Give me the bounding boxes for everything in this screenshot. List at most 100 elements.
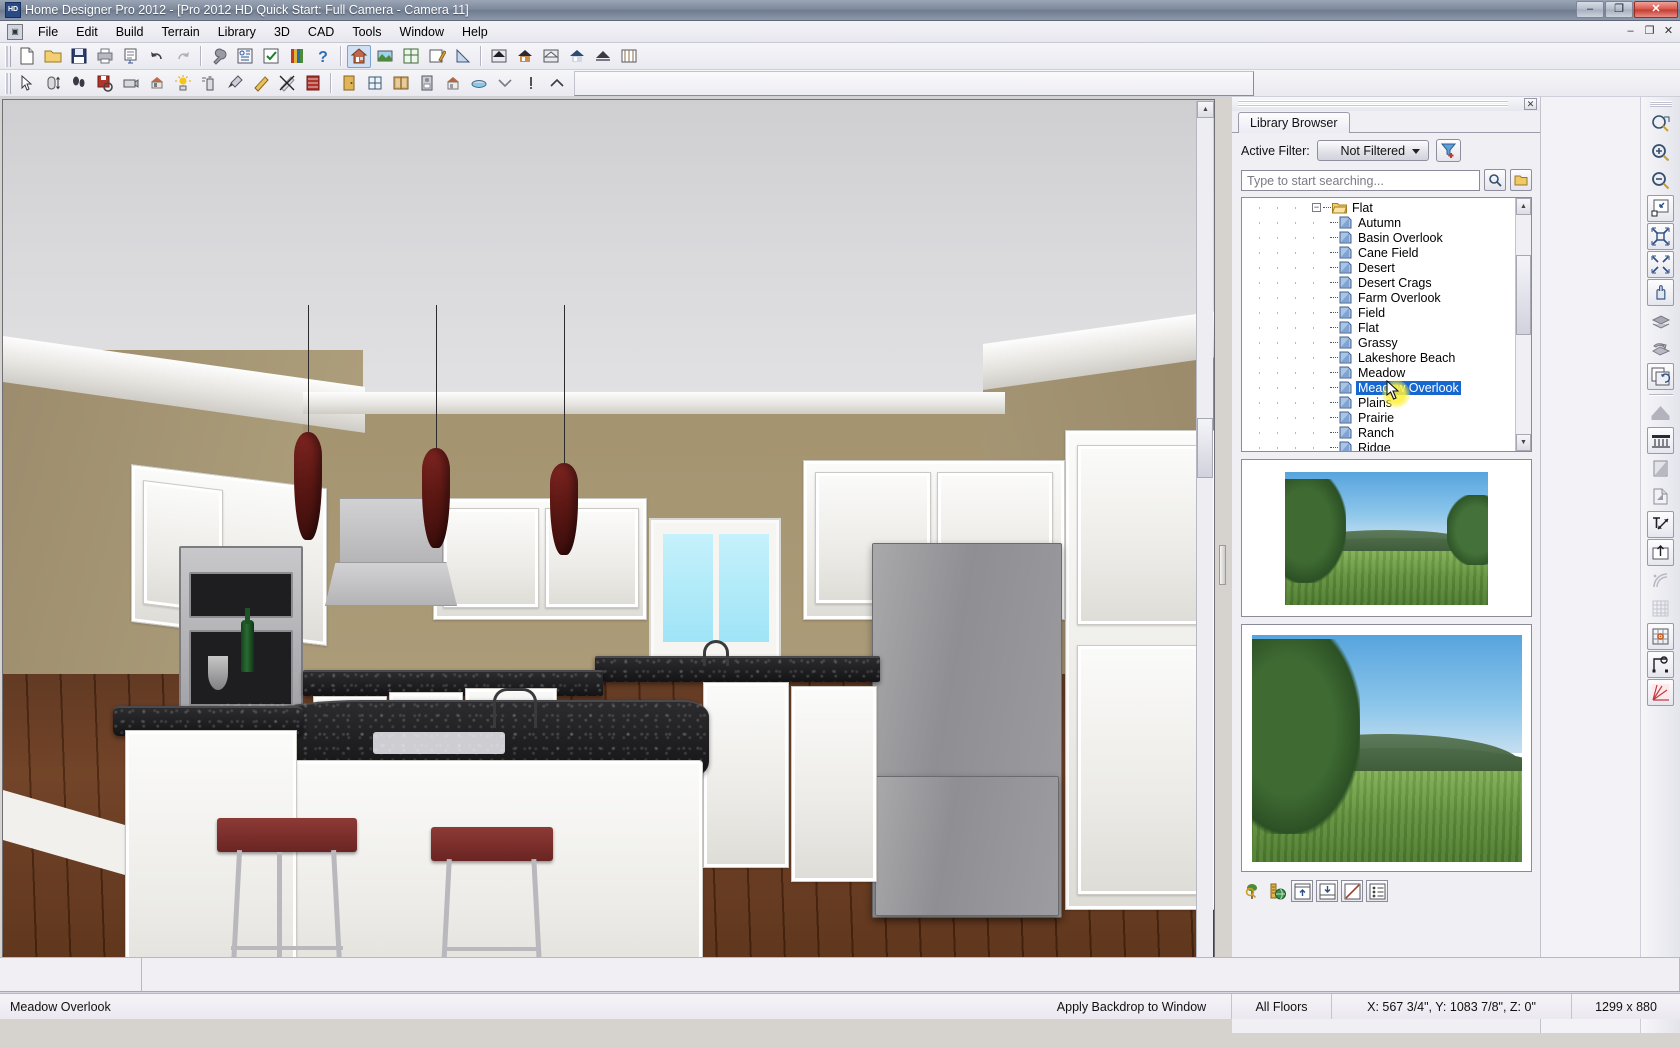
library-panel-titlebar[interactable]: ✕	[1232, 97, 1540, 111]
menu-window[interactable]: Window	[391, 23, 453, 41]
arc-button[interactable]	[1647, 567, 1674, 594]
sun-angle-button[interactable]	[171, 72, 195, 95]
menu-tools[interactable]: Tools	[343, 23, 390, 41]
mouse-orbit-button[interactable]	[41, 72, 65, 95]
framing-button[interactable]	[617, 45, 641, 68]
pan-window-button[interactable]	[1647, 279, 1674, 306]
redo-button[interactable]	[171, 45, 195, 68]
tree-item-cane-field[interactable]: Cane Field	[1242, 245, 1515, 260]
material-painter-button[interactable]	[249, 72, 273, 95]
pantry-cabinet-door-lower[interactable]	[1077, 645, 1205, 895]
room-house-button[interactable]	[441, 72, 465, 95]
eyedropper-button[interactable]	[223, 72, 247, 95]
plan-defaults-button[interactable]	[233, 45, 257, 68]
library-tree[interactable]: − Flat Autumn	[1241, 197, 1532, 452]
close-button[interactable]: ✕	[1634, 1, 1678, 18]
document-icon[interactable]: ▣	[7, 24, 23, 40]
tree-item-flat[interactable]: Flat	[1242, 320, 1515, 335]
mdi-close-button[interactable]: ✕	[1660, 23, 1677, 39]
camera-button[interactable]	[119, 72, 143, 95]
pendant-light-3[interactable]	[550, 463, 578, 555]
tree-item-desert-crags[interactable]: Desert Crags	[1242, 275, 1515, 290]
base-cabinet-back-b[interactable]	[791, 686, 877, 882]
library-panel-grip[interactable]	[1238, 100, 1508, 107]
pendant-light-2[interactable]	[422, 448, 450, 548]
minimize-button[interactable]: –	[1576, 1, 1604, 18]
fill-window-button[interactable]	[1647, 195, 1674, 222]
tree-item-field[interactable]: Field	[1242, 305, 1515, 320]
menu-terrain[interactable]: Terrain	[153, 23, 209, 41]
panel-up-icon[interactable]	[1291, 880, 1313, 902]
magnifier-icon[interactable]	[1484, 169, 1506, 191]
tree-item-farm-overlook[interactable]: Farm Overlook	[1242, 290, 1515, 305]
close-icon[interactable]: ✕	[1524, 98, 1537, 110]
base-cabinet-back-a[interactable]	[703, 682, 789, 868]
fill-window-building-button[interactable]	[1647, 223, 1674, 250]
select-object-button[interactable]	[15, 72, 39, 95]
help-button[interactable]: ?	[311, 45, 335, 68]
library-tree-scrollbar[interactable]: ▲ ▼	[1515, 198, 1531, 451]
grid-button[interactable]	[1647, 595, 1674, 622]
countertop-back-run[interactable]	[595, 656, 880, 682]
tree-scroll-thumb[interactable]	[1516, 255, 1531, 335]
tree-item-autumn[interactable]: Autumn	[1242, 215, 1515, 230]
tree-scroll-up-arrow[interactable]: ▲	[1516, 198, 1531, 215]
refrigerator-freezer-drawer[interactable]	[875, 776, 1059, 916]
menu-library[interactable]: Library	[209, 23, 265, 41]
3d-camera-view[interactable]: ▲ ▼ ◀ ▶	[2, 99, 1215, 1005]
funnel-add-icon[interactable]	[1436, 139, 1461, 162]
mdi-restore-button[interactable]: ❐	[1641, 23, 1658, 39]
island-faucet[interactable]	[493, 688, 537, 728]
window-button[interactable]	[363, 72, 387, 95]
roof-type-5-button[interactable]	[591, 45, 615, 68]
floor-layers-button[interactable]	[1647, 307, 1674, 334]
zoom-in-button[interactable]	[1647, 139, 1674, 166]
menu-help[interactable]: Help	[453, 23, 497, 41]
print-preview-button[interactable]	[119, 45, 143, 68]
vertical-scroll-thumb[interactable]	[1197, 418, 1213, 478]
chevron-down-button[interactable]	[493, 72, 517, 95]
viewport-vertical-scrollbar[interactable]: ▲ ▼	[1196, 101, 1213, 1005]
house-view-button[interactable]	[347, 45, 371, 68]
no-material-button[interactable]	[275, 72, 299, 95]
tree-item-meadow[interactable]: Meadow	[1242, 365, 1515, 380]
library-preview-large[interactable]	[1241, 624, 1532, 872]
library-browser-button[interactable]	[285, 45, 309, 68]
pendant-light-1[interactable]	[294, 432, 322, 540]
elevation-view-button[interactable]	[425, 45, 449, 68]
refresh-display-button[interactable]	[1647, 363, 1674, 390]
tree-item-meadow-overlook[interactable]: Meadow Overlook	[1242, 380, 1515, 395]
insert-up-button[interactable]	[1647, 539, 1674, 566]
range-hood-canopy[interactable]	[325, 562, 457, 606]
library-preview-small[interactable]	[1241, 459, 1532, 617]
rays-button[interactable]	[1647, 679, 1674, 706]
pantry-cabinet-door-upper[interactable]	[1077, 445, 1205, 625]
new-plan-button[interactable]	[15, 45, 39, 68]
rail-button[interactable]	[1647, 427, 1674, 454]
toolbar-grip[interactable]	[5, 73, 11, 94]
tree-scroll-down-arrow[interactable]: ▼	[1516, 434, 1531, 451]
zoom-window-button[interactable]	[1647, 111, 1674, 138]
folder-icon[interactable]	[1510, 169, 1532, 191]
search-input[interactable]: Type to start searching...	[1241, 170, 1480, 191]
snap-grid-button[interactable]	[1647, 623, 1674, 650]
tree-item-desert[interactable]: Desert	[1242, 260, 1515, 275]
undo-button[interactable]	[145, 45, 169, 68]
material-swatch-button[interactable]	[301, 72, 325, 95]
page-corner-button[interactable]	[1647, 483, 1674, 510]
menu-edit[interactable]: Edit	[67, 23, 107, 41]
save-camera-button[interactable]	[93, 72, 117, 95]
dimension-arrow-button[interactable]	[1647, 511, 1674, 538]
active-filter-select[interactable]: Not Filtered	[1317, 140, 1429, 161]
upper-cabinet-left-door-a[interactable]	[443, 508, 539, 608]
caret-up-button[interactable]	[545, 72, 569, 95]
house-camera-button[interactable]	[145, 72, 169, 95]
menu-file[interactable]: File	[29, 23, 67, 41]
preferences-button[interactable]	[207, 45, 231, 68]
gable-wall-button[interactable]	[1647, 399, 1674, 426]
mdi-minimize-button[interactable]: –	[1622, 23, 1639, 39]
panel-list-icon[interactable]	[1366, 880, 1388, 902]
tree-item-ranch[interactable]: Ranch	[1242, 425, 1515, 440]
roof-type-1-button[interactable]	[487, 45, 511, 68]
plan-view-button[interactable]	[399, 45, 423, 68]
